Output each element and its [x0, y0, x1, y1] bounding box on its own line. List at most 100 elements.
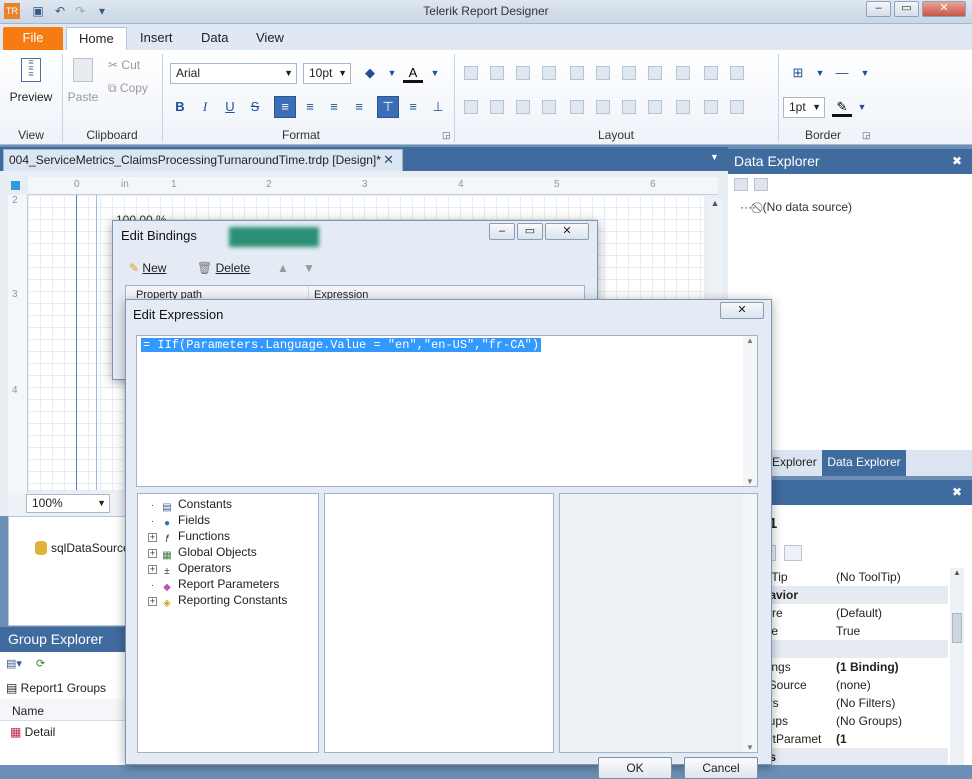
- expression-text[interactable]: = IIf(Parameters.Language.Value = "en","…: [141, 338, 542, 352]
- scroll-thumb[interactable]: [952, 613, 962, 643]
- borders-icon[interactable]: ⊞: [788, 63, 808, 83]
- scroll-down-icon[interactable]: ▼: [743, 477, 757, 486]
- align-bottoms-icon[interactable]: [622, 66, 636, 80]
- delete-binding-button[interactable]: 🗑 Delete: [197, 261, 250, 275]
- expression-editor[interactable]: = IIf(Parameters.Language.Value = "en","…: [136, 335, 758, 487]
- chevron-down-icon[interactable]: ▼: [855, 63, 875, 83]
- tab-report-explorer[interactable]: Explorer: [772, 455, 817, 469]
- tree-item[interactable]: + ◈ Reporting Constants: [148, 592, 316, 609]
- make-same-width-icon[interactable]: [542, 66, 556, 80]
- border-style-icon[interactable]: —: [832, 63, 852, 83]
- scroll-up-icon[interactable]: ▲: [708, 198, 722, 208]
- select-report-icon[interactable]: [11, 181, 20, 190]
- paste-button[interactable]: Paste: [66, 58, 100, 104]
- sql-data-source-component[interactable]: sqlDataSource: [35, 541, 130, 555]
- chevron-down-icon[interactable]: ▼: [382, 63, 402, 83]
- tab-home[interactable]: Home: [66, 27, 127, 50]
- align-lefts-icon[interactable]: [464, 66, 478, 80]
- font-size-select[interactable]: 10pt ▼: [303, 63, 351, 84]
- font-family-select[interactable]: Arial ▼: [170, 63, 297, 84]
- refresh-icon[interactable]: ⟳: [36, 657, 45, 670]
- format-dialog-launcher-icon[interactable]: ◲: [442, 130, 451, 141]
- close-icon[interactable]: ✖: [952, 480, 962, 504]
- alphabetical-view-icon[interactable]: [784, 545, 802, 561]
- chevron-down-icon[interactable]: ▼: [810, 63, 830, 83]
- expand-icon[interactable]: +: [148, 597, 157, 606]
- align-left-icon[interactable]: ≡: [274, 96, 296, 118]
- expand-icon[interactable]: +: [148, 549, 157, 558]
- document-tab[interactable]: 004_ServiceMetrics_ClaimsProcessingTurna…: [3, 149, 403, 171]
- group-icon[interactable]: [730, 100, 744, 114]
- expression-scrollbar[interactable]: ▲ ▼: [743, 336, 757, 486]
- tree-item[interactable]: + 𝑓 Functions: [148, 528, 316, 545]
- maximize-button[interactable]: ▭: [517, 223, 543, 240]
- tab-insert[interactable]: Insert: [128, 27, 185, 50]
- tree-item[interactable]: · ▤ Constants: [148, 496, 316, 513]
- close-icon[interactable]: ✖: [952, 149, 962, 173]
- group-item[interactable]: ▦ Detail: [10, 725, 55, 739]
- center-horizontally-icon[interactable]: [704, 66, 718, 80]
- decrease-vspacing-icon[interactable]: [622, 100, 636, 114]
- close-window-button[interactable]: ✕: [922, 1, 966, 17]
- border-dialog-launcher-icon[interactable]: ◲: [862, 130, 871, 141]
- vertical-spacing-icon[interactable]: [570, 100, 584, 114]
- align-rights-icon[interactable]: [516, 66, 530, 80]
- remove-spacing-icon[interactable]: [542, 100, 556, 114]
- snap-to-grid-icon[interactable]: [730, 66, 744, 80]
- new-binding-button[interactable]: ✎ New: [129, 261, 166, 275]
- horizontal-spacing-icon[interactable]: [464, 100, 478, 114]
- cut-button[interactable]: ✂ Cut: [108, 58, 140, 72]
- border-width-select[interactable]: 1pt ▼: [783, 97, 825, 118]
- scroll-up-icon[interactable]: ▲: [743, 336, 757, 345]
- tab-data[interactable]: Data: [189, 27, 240, 50]
- strikethrough-icon[interactable]: S: [245, 97, 265, 117]
- align-tops-icon[interactable]: [570, 66, 584, 80]
- fill-color-icon[interactable]: ◆: [360, 63, 380, 83]
- align-bottom-icon[interactable]: ⊥: [428, 97, 448, 117]
- name-column-header[interactable]: Name: [12, 704, 44, 718]
- align-centers-icon[interactable]: [490, 66, 504, 80]
- chevron-down-icon[interactable]: ▼: [425, 63, 445, 83]
- italic-icon[interactable]: I: [195, 97, 215, 117]
- tree-item[interactable]: · ● Fields: [148, 512, 316, 529]
- properties-scrollbar[interactable]: ▲: [950, 568, 964, 765]
- description-scrollbar[interactable]: ▼: [743, 494, 757, 752]
- tab-view[interactable]: View: [244, 27, 296, 50]
- justify-icon[interactable]: ≡: [349, 97, 369, 117]
- close-dialog-button[interactable]: ✕: [545, 223, 589, 240]
- tree-item[interactable]: · ◆ Report Parameters: [148, 576, 316, 593]
- send-to-back-icon[interactable]: [704, 100, 718, 114]
- increase-vspacing-icon[interactable]: [596, 100, 610, 114]
- scroll-down-icon[interactable]: ▼: [743, 743, 757, 752]
- font-color-icon[interactable]: A: [403, 63, 423, 83]
- bold-icon[interactable]: B: [170, 97, 190, 117]
- chevron-down-icon[interactable]: ▼: [852, 97, 872, 117]
- remove-vspacing-icon[interactable]: [648, 100, 662, 114]
- align-right-icon[interactable]: ≡: [324, 97, 344, 117]
- refresh-schema-icon[interactable]: [754, 178, 768, 191]
- bring-to-front-icon[interactable]: [676, 100, 690, 114]
- maximize-button[interactable]: ▭: [894, 1, 919, 17]
- tab-file[interactable]: File: [3, 27, 63, 50]
- tab-list-icon[interactable]: ▼: [710, 152, 719, 162]
- report-groups-root[interactable]: ▤ Report1 Groups: [6, 681, 106, 695]
- minimize-button[interactable]: –: [489, 223, 515, 240]
- tree-item[interactable]: + ▦ Global Objects: [148, 544, 316, 561]
- decrease-spacing-icon[interactable]: [516, 100, 530, 114]
- make-same-height-icon[interactable]: [648, 66, 662, 80]
- align-middle-icon[interactable]: ≡: [403, 97, 423, 117]
- preview-button[interactable]: ≡ ≡ ≡ Preview: [6, 58, 56, 105]
- edit-data-source-icon[interactable]: [734, 178, 748, 191]
- move-up-icon[interactable]: ▲: [277, 261, 289, 275]
- ok-button[interactable]: OK: [598, 757, 672, 779]
- expand-icon[interactable]: +: [148, 565, 157, 574]
- copy-button[interactable]: ⧉ Copy: [108, 81, 148, 96]
- close-icon[interactable]: ✕: [383, 150, 394, 170]
- border-color-icon[interactable]: ✎: [832, 97, 852, 117]
- close-dialog-button[interactable]: ✕: [720, 302, 764, 319]
- item-list[interactable]: [324, 493, 554, 753]
- align-top-icon[interactable]: ⊤: [377, 96, 399, 118]
- increase-spacing-icon[interactable]: [490, 100, 504, 114]
- zoom-select[interactable]: 100% ▼: [26, 494, 110, 513]
- align-middles-icon[interactable]: [596, 66, 610, 80]
